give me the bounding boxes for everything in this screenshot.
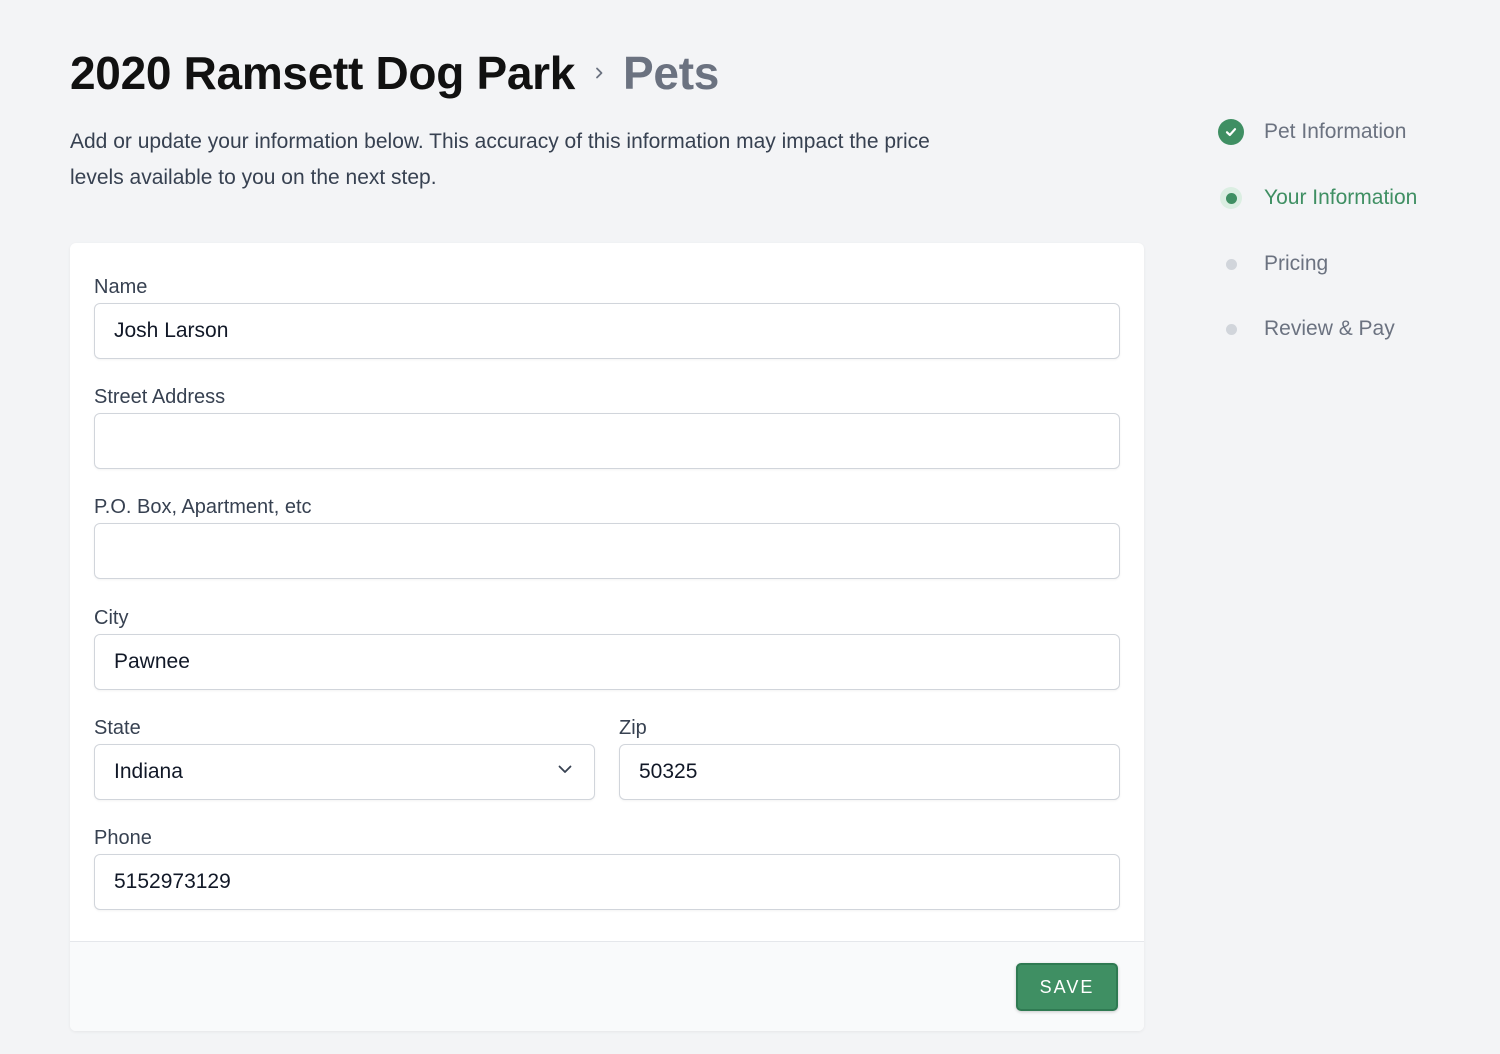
po-box-field-group: P.O. Box, Apartment, etc <box>94 495 1120 579</box>
phone-label: Phone <box>94 827 152 849</box>
check-circle-icon <box>1218 119 1244 145</box>
phone-input[interactable]: 5152973129 <box>94 854 1120 910</box>
step-label: Pet Information <box>1264 120 1407 143</box>
chevron-down-icon <box>556 760 574 784</box>
breadcrumb-current: Pets <box>623 47 720 99</box>
step-label: Review & Pay <box>1264 317 1395 340</box>
street-field-group: Street Address <box>94 385 1120 469</box>
upcoming-step-dot-icon <box>1225 323 1237 335</box>
name-input[interactable]: Josh Larson <box>94 303 1120 359</box>
step-review-pay[interactable]: Review & Pay <box>1218 307 1395 351</box>
your-information-card: Name Josh Larson Street Address P.O. Box… <box>70 243 1144 1031</box>
save-button[interactable]: SAVE <box>1016 963 1118 1011</box>
chevron-right-icon <box>575 44 623 102</box>
street-address-input[interactable] <box>94 413 1120 469</box>
city-label: City <box>94 607 129 629</box>
step-label: Pricing <box>1264 252 1329 275</box>
page-description: Add or update your information below. Th… <box>70 130 930 189</box>
po-box-label: P.O. Box, Apartment, etc <box>94 496 312 518</box>
state-field-group: State Indiana <box>94 716 595 800</box>
city-field-group: City Pawnee <box>94 606 1120 690</box>
state-select-value: Indiana <box>114 760 183 783</box>
upcoming-step-dot-icon <box>1225 258 1237 270</box>
current-step-dot-icon <box>1220 187 1242 209</box>
street-address-label: Street Address <box>94 386 226 408</box>
card-footer: SAVE <box>70 941 1144 1031</box>
step-pricing[interactable]: Pricing <box>1218 242 1328 286</box>
state-select[interactable]: Indiana <box>94 744 595 800</box>
page: 2020 Ramsett Dog Park Pets Add or update… <box>0 0 1500 1054</box>
phone-field-group: Phone 5152973129 <box>94 826 1120 910</box>
zip-field-group: Zip 50325 <box>619 716 1120 800</box>
city-input[interactable]: Pawnee <box>94 634 1120 690</box>
step-your-information[interactable]: Your Information <box>1218 176 1417 220</box>
po-box-input[interactable] <box>94 523 1120 579</box>
step-pet-information[interactable]: Pet Information <box>1218 110 1406 154</box>
name-label: Name <box>94 276 148 298</box>
zip-label: Zip <box>619 717 647 739</box>
step-label: Your Information <box>1264 186 1418 209</box>
state-label: State <box>94 717 141 739</box>
name-field-group: Name Josh Larson <box>94 275 1120 359</box>
zip-input[interactable]: 50325 <box>619 744 1120 800</box>
breadcrumb: 2020 Ramsett Dog Park Pets <box>70 44 719 102</box>
page-title[interactable]: 2020 Ramsett Dog Park <box>70 44 575 102</box>
